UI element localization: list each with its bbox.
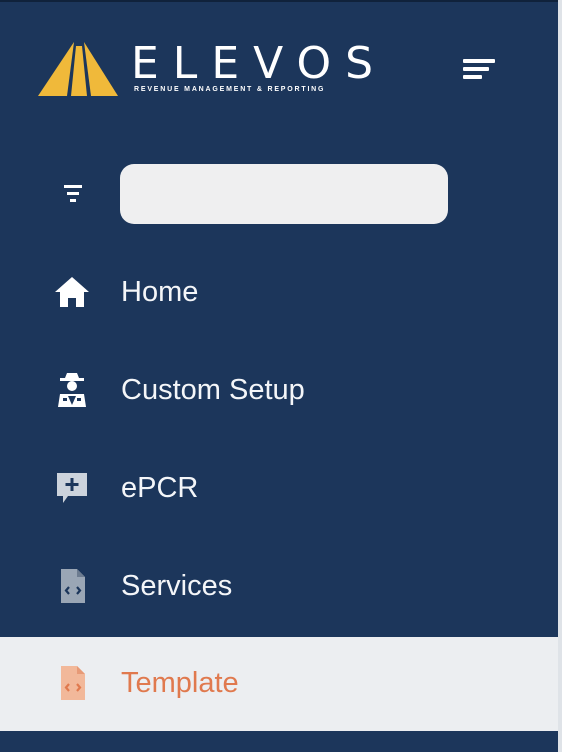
hamburger-icon bbox=[463, 59, 495, 79]
filter-button[interactable] bbox=[58, 181, 88, 207]
sidebar-item-label: Template bbox=[121, 667, 239, 699]
logo-mark-icon bbox=[38, 42, 118, 96]
filter-icon bbox=[64, 185, 82, 202]
sidebar-item-custom-setup[interactable]: Custom Setup bbox=[0, 344, 558, 438]
sidebar-right-border bbox=[558, 0, 562, 752]
sidebar-item-label: Custom Setup bbox=[121, 374, 305, 406]
brand-tagline: REVENUE MANAGEMENT & REPORTING bbox=[134, 86, 326, 93]
sidebar-top-border bbox=[0, 0, 562, 2]
agent-icon bbox=[58, 373, 86, 407]
add-comment-icon bbox=[57, 473, 87, 503]
sidebar-item-epcr[interactable]: ePCR bbox=[0, 442, 558, 536]
search-input[interactable] bbox=[120, 164, 448, 224]
brand-name: ELEVOS bbox=[131, 38, 388, 89]
sidebar-item-services[interactable]: Services bbox=[0, 540, 558, 634]
home-icon bbox=[55, 277, 89, 307]
brand-logo[interactable]: ELEVOS REVENUE MANAGEMENT & REPORTING bbox=[38, 38, 373, 104]
sidebar-item-home[interactable]: Home bbox=[0, 246, 558, 340]
code-file-icon bbox=[61, 666, 85, 700]
sidebar-item-label: Services bbox=[121, 570, 233, 602]
code-file-icon bbox=[61, 569, 85, 603]
sidebar-item-label: Home bbox=[121, 276, 199, 308]
sidebar-item-label: ePCR bbox=[121, 472, 199, 504]
sidebar-toggle-button[interactable] bbox=[458, 56, 498, 86]
sidebar-item-template[interactable]: Template bbox=[0, 637, 558, 731]
